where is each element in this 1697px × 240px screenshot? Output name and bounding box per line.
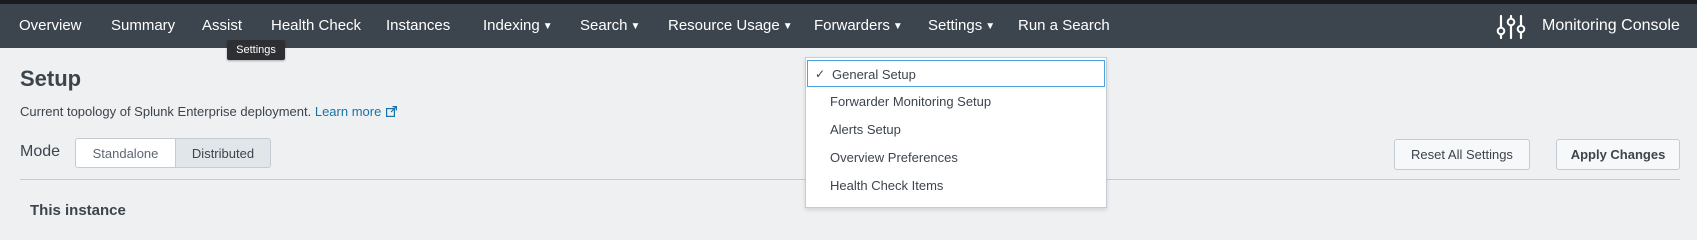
mode-label: Mode xyxy=(20,143,61,160)
checkmark-icon: ✓ xyxy=(815,67,826,81)
caret-down-icon: ▼ xyxy=(542,21,553,32)
nav-forwarders[interactable]: Forwarders ▼ xyxy=(814,4,903,48)
nav-overview[interactable]: Overview xyxy=(19,4,82,48)
apply-changes-button[interactable]: Apply Changes xyxy=(1556,139,1680,170)
nav-summary[interactable]: Summary xyxy=(111,4,175,48)
menu-item-general-setup[interactable]: ✓ General Setup xyxy=(807,60,1105,87)
caret-down-icon: ▼ xyxy=(630,21,641,32)
nav-settings[interactable]: Settings ▼ xyxy=(928,4,995,48)
caret-down-icon: ▼ xyxy=(985,21,996,32)
mode-distributed-button[interactable]: Distributed xyxy=(175,138,271,168)
nav-search[interactable]: Search ▼ xyxy=(580,4,640,48)
caret-down-icon: ▼ xyxy=(892,21,903,32)
settings-tooltip: Settings xyxy=(227,40,285,60)
nav-instances[interactable]: Instances xyxy=(386,4,450,48)
caret-down-icon: ▼ xyxy=(782,21,793,32)
page-subtitle: Current topology of Splunk Enterprise de… xyxy=(20,104,398,119)
page-title: Setup xyxy=(20,66,82,91)
nav-indexing[interactable]: Indexing ▼ xyxy=(483,4,553,48)
settings-dropdown-menu: ✓ General Setup Forwarder Monitoring Set… xyxy=(805,57,1107,208)
external-link-icon xyxy=(386,106,398,117)
nav-resource-usage[interactable]: Resource Usage ▼ xyxy=(668,4,793,48)
section-heading: This instance xyxy=(30,202,126,219)
menu-item-forwarder-monitoring-setup[interactable]: Forwarder Monitoring Setup xyxy=(806,88,1106,115)
app-title: Monitoring Console xyxy=(1542,17,1680,34)
menu-item-alerts-setup[interactable]: Alerts Setup xyxy=(806,116,1106,143)
reset-all-settings-button[interactable]: Reset All Settings xyxy=(1394,139,1530,170)
learn-more-link[interactable]: Learn more xyxy=(315,104,398,119)
sliders-icon xyxy=(1496,14,1526,40)
menu-item-overview-preferences[interactable]: Overview Preferences xyxy=(806,144,1106,171)
nav-run-a-search[interactable]: Run a Search xyxy=(1018,4,1110,48)
menu-item-health-check-items[interactable]: Health Check Items xyxy=(806,172,1106,199)
mode-standalone-button[interactable]: Standalone xyxy=(75,138,176,168)
subtitle-text: Current topology of Splunk Enterprise de… xyxy=(20,104,312,119)
